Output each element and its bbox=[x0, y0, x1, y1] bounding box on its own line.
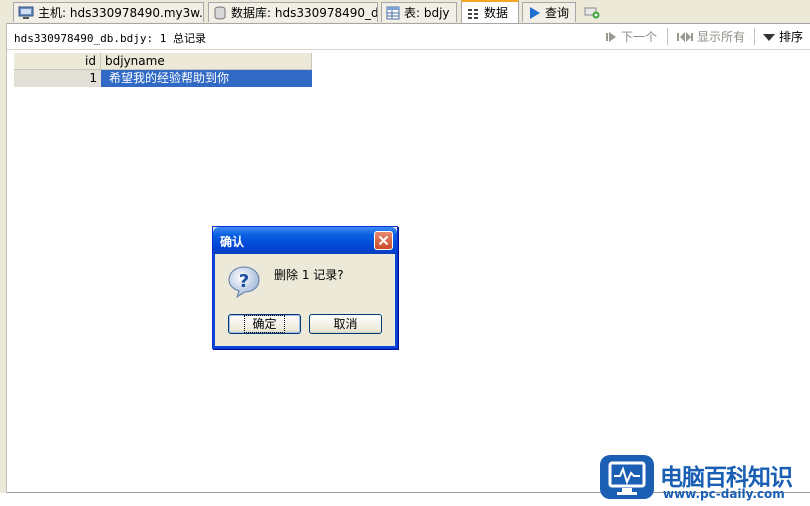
play-icon bbox=[530, 6, 540, 19]
tab-table[interactable]: 表: bdjy bbox=[381, 2, 457, 22]
sort-icon bbox=[763, 33, 775, 41]
tab-query-label: 查询 bbox=[545, 6, 570, 20]
host-icon bbox=[18, 6, 34, 19]
show-all-label: 显示所有 bbox=[697, 30, 746, 44]
dialog-message: 删除 1 记录? bbox=[274, 268, 344, 282]
question-icon: ? bbox=[228, 266, 260, 299]
confirm-dialog: 确认 ? 删除 1 记录? 确定 取消 bbox=[212, 226, 398, 349]
close-icon bbox=[378, 235, 389, 246]
svg-text:?: ? bbox=[239, 271, 249, 292]
database-icon bbox=[214, 6, 226, 19]
tab-database-label: 数据库: hds330978490_db bbox=[231, 6, 378, 20]
show-all-icon bbox=[677, 31, 693, 42]
watermark-url: www.pc-daily.com bbox=[663, 487, 785, 501]
cancel-label: 取消 bbox=[333, 317, 358, 331]
tab-database[interactable]: 数据库: hds330978490_db bbox=[208, 2, 378, 22]
toolbar-divider bbox=[754, 28, 755, 45]
tab-host[interactable]: 主机: hds330978490.my3w.c… bbox=[13, 2, 204, 22]
ok-label: 确定 bbox=[244, 315, 285, 333]
grid-header: id bdjyname bbox=[14, 53, 312, 70]
cancel-button[interactable]: 取消 bbox=[309, 314, 382, 334]
next-icon bbox=[606, 31, 616, 42]
column-header-id[interactable]: id bbox=[14, 53, 101, 70]
tab-host-label: 主机: hds330978490.my3w.c… bbox=[38, 6, 204, 20]
dialog-title: 确认 bbox=[220, 235, 245, 249]
tab-query[interactable]: 查询 bbox=[522, 2, 576, 22]
tab-strip: 主机: hds330978490.my3w.c… 数据库: hds3309784… bbox=[0, 0, 810, 24]
left-panel-edge bbox=[0, 23, 7, 493]
sort-label: 排序 bbox=[779, 30, 804, 44]
tab-table-label: 表: bdjy bbox=[404, 6, 450, 20]
show-all-button[interactable]: 显示所有 bbox=[676, 28, 745, 45]
ok-button[interactable]: 确定 bbox=[228, 314, 301, 334]
cell-bdjyname[interactable]: 希望我的经验帮助到你 bbox=[101, 70, 312, 87]
dialog-close-button[interactable] bbox=[374, 231, 393, 250]
data-grid-icon bbox=[468, 8, 478, 19]
next-button[interactable]: 下一个 bbox=[604, 28, 657, 45]
table-icon bbox=[386, 6, 400, 19]
new-query-tab-icon bbox=[584, 7, 600, 19]
record-count-label: hds330978490_db.bdjy: 1 总记录 bbox=[14, 32, 206, 45]
table-row[interactable]: 1 希望我的经验帮助到你 bbox=[14, 70, 312, 87]
sort-button[interactable]: 排序 bbox=[762, 28, 803, 45]
tab-data-label: 数据 bbox=[484, 6, 509, 20]
tab-data[interactable]: 数据 bbox=[461, 0, 519, 23]
data-toolbar: hds330978490_db.bdjy: 1 总记录 下一个 显示所有 排序 bbox=[7, 24, 810, 50]
watermark-logo-icon bbox=[600, 455, 654, 499]
column-header-bdjyname[interactable]: bdjyname bbox=[101, 53, 312, 70]
new-query-tab-button[interactable] bbox=[579, 2, 605, 22]
next-label: 下一个 bbox=[621, 30, 658, 44]
dialog-titlebar[interactable]: 确认 bbox=[213, 227, 397, 254]
cell-id[interactable]: 1 bbox=[14, 70, 101, 87]
toolbar-divider bbox=[667, 28, 668, 45]
